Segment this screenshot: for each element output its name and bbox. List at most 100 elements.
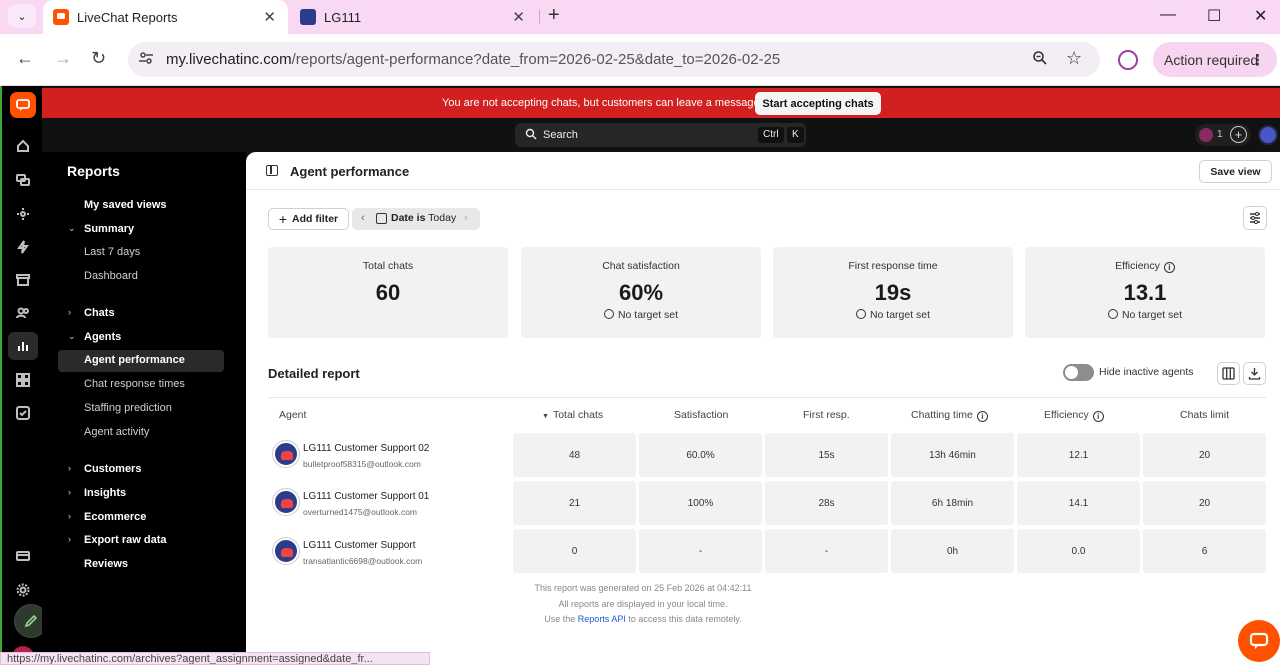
back-arrow-icon[interactable]: ← — [16, 48, 34, 69]
hide-inactive-label: Hide inactive agents — [1099, 366, 1194, 378]
columns-icon — [1222, 367, 1235, 380]
sidebar-item-chat-response-times[interactable]: Chat response times — [84, 378, 185, 390]
tab-lg111[interactable]: LG111 ✕ — [292, 0, 537, 34]
reload-icon[interactable]: ↻ — [91, 48, 106, 69]
menu-dots-icon[interactable]: ⋮ — [1250, 51, 1265, 69]
bookmark-star-icon[interactable]: ☆ — [1066, 48, 1082, 69]
sidebar-item-staffing-prediction[interactable]: Staffing prediction — [84, 402, 172, 414]
livechat-logo[interactable] — [10, 92, 36, 118]
sliders-icon — [1250, 212, 1260, 224]
table-cell-efficiency: 0.0 — [1017, 529, 1140, 573]
chevron-right-icon[interactable]: › — [464, 212, 468, 224]
sidebar-item-agent-performance[interactable]: Agent performance — [84, 354, 185, 366]
sidebar-item-saved-views[interactable]: My saved views — [84, 199, 167, 211]
info-icon[interactable]: i — [976, 411, 988, 422]
save-view-button[interactable]: Save view — [1199, 160, 1272, 183]
apps-icon[interactable] — [12, 369, 34, 391]
chevron-down-icon[interactable]: ⌄ — [68, 331, 76, 342]
add-filter-button[interactable]: + Add filter — [268, 208, 349, 230]
tickets-icon[interactable] — [12, 402, 34, 424]
column-header-total-chats[interactable]: ▼ Total chats — [542, 409, 603, 421]
sidebar-item-agent-activity[interactable]: Agent activity — [84, 426, 149, 438]
profile-icon[interactable] — [1118, 50, 1138, 70]
sidebar-item-dashboard[interactable]: Dashboard — [84, 270, 138, 282]
zoom-icon[interactable] — [1032, 50, 1048, 71]
home-icon[interactable] — [12, 135, 34, 157]
sidebar-item-chats[interactable]: Chats — [84, 307, 115, 319]
chevron-right-icon[interactable]: › — [68, 487, 71, 497]
link-status-bar: https://my.livechatinc.com/archives?agen… — [0, 652, 430, 665]
team-icon[interactable] — [12, 302, 34, 324]
tab-livechat-reports[interactable]: LiveChat Reports ✕ — [43, 0, 288, 34]
start-accepting-chats-button[interactable]: Start accepting chats — [755, 92, 881, 115]
chat-widget-button[interactable] — [1238, 620, 1280, 662]
team-status-badge[interactable]: 1 + — [1195, 124, 1251, 146]
window-close-icon[interactable]: ✕ — [1254, 6, 1267, 26]
sidebar-item-reviews[interactable]: Reviews — [84, 558, 128, 570]
sidebar-item-last-7-days[interactable]: Last 7 days — [84, 246, 140, 258]
sidebar-item-agents[interactable]: Agents — [84, 331, 121, 343]
chat-bubble-icon — [1249, 632, 1269, 649]
url-text[interactable]: my.livechatinc.com/reports/agent-perform… — [166, 51, 780, 68]
column-header-satisfaction[interactable]: Satisfaction — [674, 409, 728, 421]
download-button[interactable] — [1243, 362, 1266, 385]
agent-name[interactable]: LG111 Customer Support 01 — [303, 491, 429, 502]
date-filter-chip[interactable]: ‹ Date is Today › — [352, 208, 480, 230]
sidebar-item-ecommerce[interactable]: Ecommerce — [84, 511, 146, 523]
chevron-right-icon[interactable]: › — [68, 307, 71, 317]
site-settings-icon[interactable] — [138, 50, 154, 66]
report-header: Agent performance — [246, 152, 1280, 190]
column-header-chats-limit[interactable]: Chats limit — [1180, 409, 1229, 421]
omnibox[interactable]: my.livechatinc.com/reports/agent-perform… — [128, 42, 1100, 77]
automate-icon[interactable] — [12, 236, 34, 258]
report-settings-button[interactable] — [1243, 206, 1267, 230]
sidebar-item-export-raw-data[interactable]: Export raw data — [84, 534, 167, 546]
reports-icon[interactable] — [8, 332, 38, 360]
global-search-bar[interactable]: Search Ctrl K — [515, 123, 806, 147]
agent-name[interactable]: LG111 Customer Support 02 — [303, 443, 429, 454]
sidebar-item-insights[interactable]: Insights — [84, 487, 126, 499]
chevron-left-icon[interactable]: ‹ — [361, 212, 365, 224]
chevron-right-icon[interactable]: › — [68, 534, 71, 544]
tab-search-dropdown[interactable]: ⌄ — [8, 4, 36, 28]
chats-icon[interactable] — [12, 169, 34, 191]
table-cell-chats-limit: 20 — [1143, 481, 1266, 525]
table-cell-first-response: - — [765, 529, 888, 573]
maximize-icon[interactable]: ☐ — [1207, 6, 1221, 26]
info-icon[interactable]: i — [1163, 262, 1175, 273]
chevron-down-icon[interactable]: ⌄ — [68, 223, 76, 234]
settings-gear-icon[interactable] — [12, 579, 34, 601]
assistant-orb-icon[interactable] — [1258, 125, 1278, 145]
kpi-efficiency: Efficiency i 13.1 No target set — [1025, 247, 1265, 338]
action-required-button[interactable]: Action required ⋮ — [1153, 42, 1277, 77]
tab-close-icon[interactable]: ✕ — [512, 8, 525, 26]
agent-name[interactable]: LG111 Customer Support — [303, 540, 415, 551]
billing-icon[interactable] — [12, 545, 34, 567]
download-icon — [1248, 368, 1261, 380]
column-header-first-response[interactable]: First resp. — [803, 409, 850, 421]
minimize-icon[interactable]: — — [1160, 6, 1176, 24]
sidebar-item-summary[interactable]: Summary — [84, 223, 134, 235]
columns-button[interactable] — [1217, 362, 1240, 385]
column-header-chatting-time[interactable]: Chatting time i — [911, 409, 988, 422]
target-icon — [1107, 309, 1118, 319]
reports-api-link[interactable]: Reports API — [578, 614, 626, 624]
online-count: 1 — [1217, 129, 1223, 140]
sidebar-item-customers[interactable]: Customers — [84, 463, 141, 475]
column-header-agent[interactable]: Agent — [279, 409, 306, 421]
toggle-sidebar-icon[interactable] — [266, 165, 278, 176]
column-header-efficiency[interactable]: Efficiency i — [1044, 409, 1104, 422]
tab-close-icon[interactable]: ✕ — [263, 8, 276, 26]
chevron-right-icon[interactable]: › — [68, 511, 71, 521]
new-tab-button[interactable]: + — [548, 4, 560, 27]
archives-icon[interactable] — [12, 269, 34, 291]
add-icon[interactable]: + — [1230, 126, 1247, 143]
agent-email: transatlantic6698@outlook.com — [303, 556, 423, 566]
kpi-value: 19s — [874, 280, 912, 305]
table-cell-chatting-time: 0h — [891, 529, 1014, 573]
info-icon[interactable]: i — [1092, 411, 1104, 422]
engage-icon[interactable] — [12, 203, 34, 225]
forward-arrow-icon[interactable]: → — [54, 48, 72, 69]
hide-inactive-toggle[interactable] — [1063, 364, 1094, 381]
chevron-right-icon[interactable]: › — [68, 463, 71, 473]
